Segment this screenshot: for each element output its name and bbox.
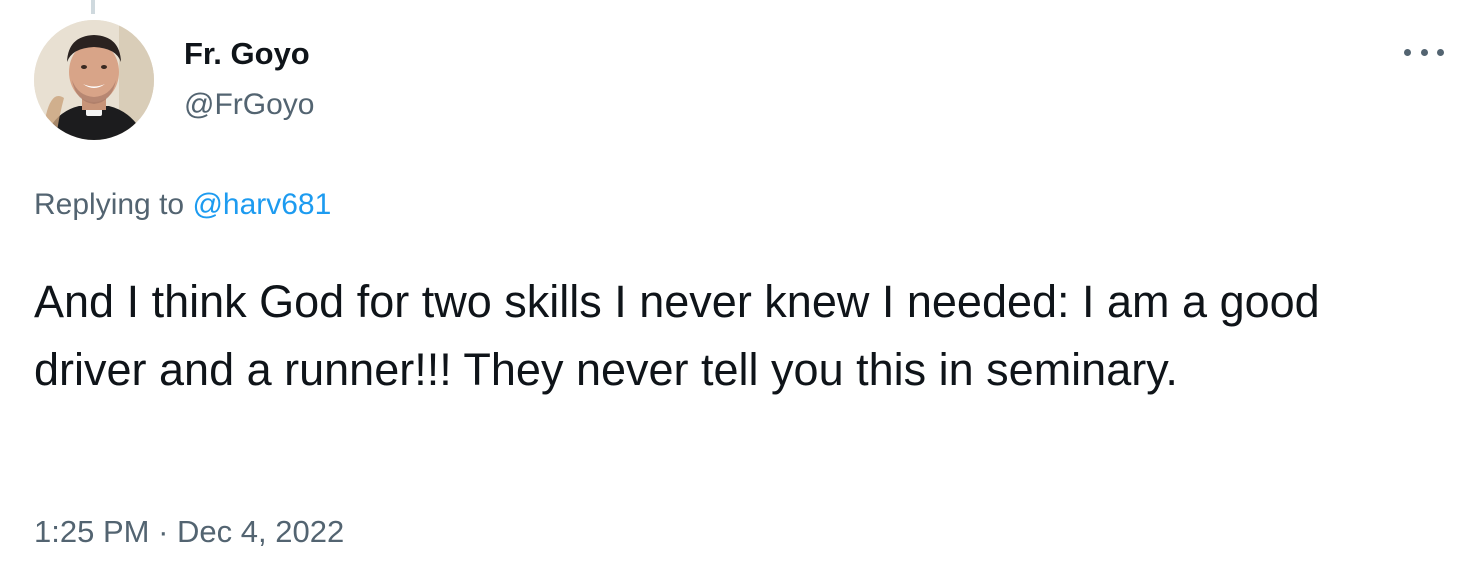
display-name[interactable]: Fr. Goyo bbox=[184, 36, 310, 72]
avatar[interactable] bbox=[34, 20, 154, 140]
tweet-text: And I think God for two skills I never k… bbox=[34, 276, 1320, 395]
meta-separator: · bbox=[149, 514, 178, 549]
tweet: Fr. Goyo @FrGoyo Replying to @harv681 An… bbox=[0, 0, 1480, 576]
tweet-time-link[interactable]: 1:25 PM bbox=[34, 514, 149, 549]
replying-prefix: Replying to bbox=[34, 188, 193, 221]
replying-to-line: Replying to @harv681 bbox=[34, 188, 331, 222]
more-dot bbox=[1420, 48, 1428, 56]
more-dot bbox=[1404, 48, 1411, 56]
tweet-date-link[interactable]: Dec 4, 2022 bbox=[177, 514, 344, 549]
more-dot bbox=[1437, 48, 1444, 56]
replying-to-link[interactable]: @harv681 bbox=[192, 188, 331, 221]
user-handle[interactable]: @FrGoyo bbox=[184, 88, 314, 122]
more-options-icon[interactable] bbox=[1404, 40, 1444, 64]
tweet-timestamp: 1:25 PM · Dec 4, 2022 bbox=[34, 514, 344, 550]
avatar-photo bbox=[34, 20, 154, 140]
thread-connector-line bbox=[91, 0, 95, 14]
